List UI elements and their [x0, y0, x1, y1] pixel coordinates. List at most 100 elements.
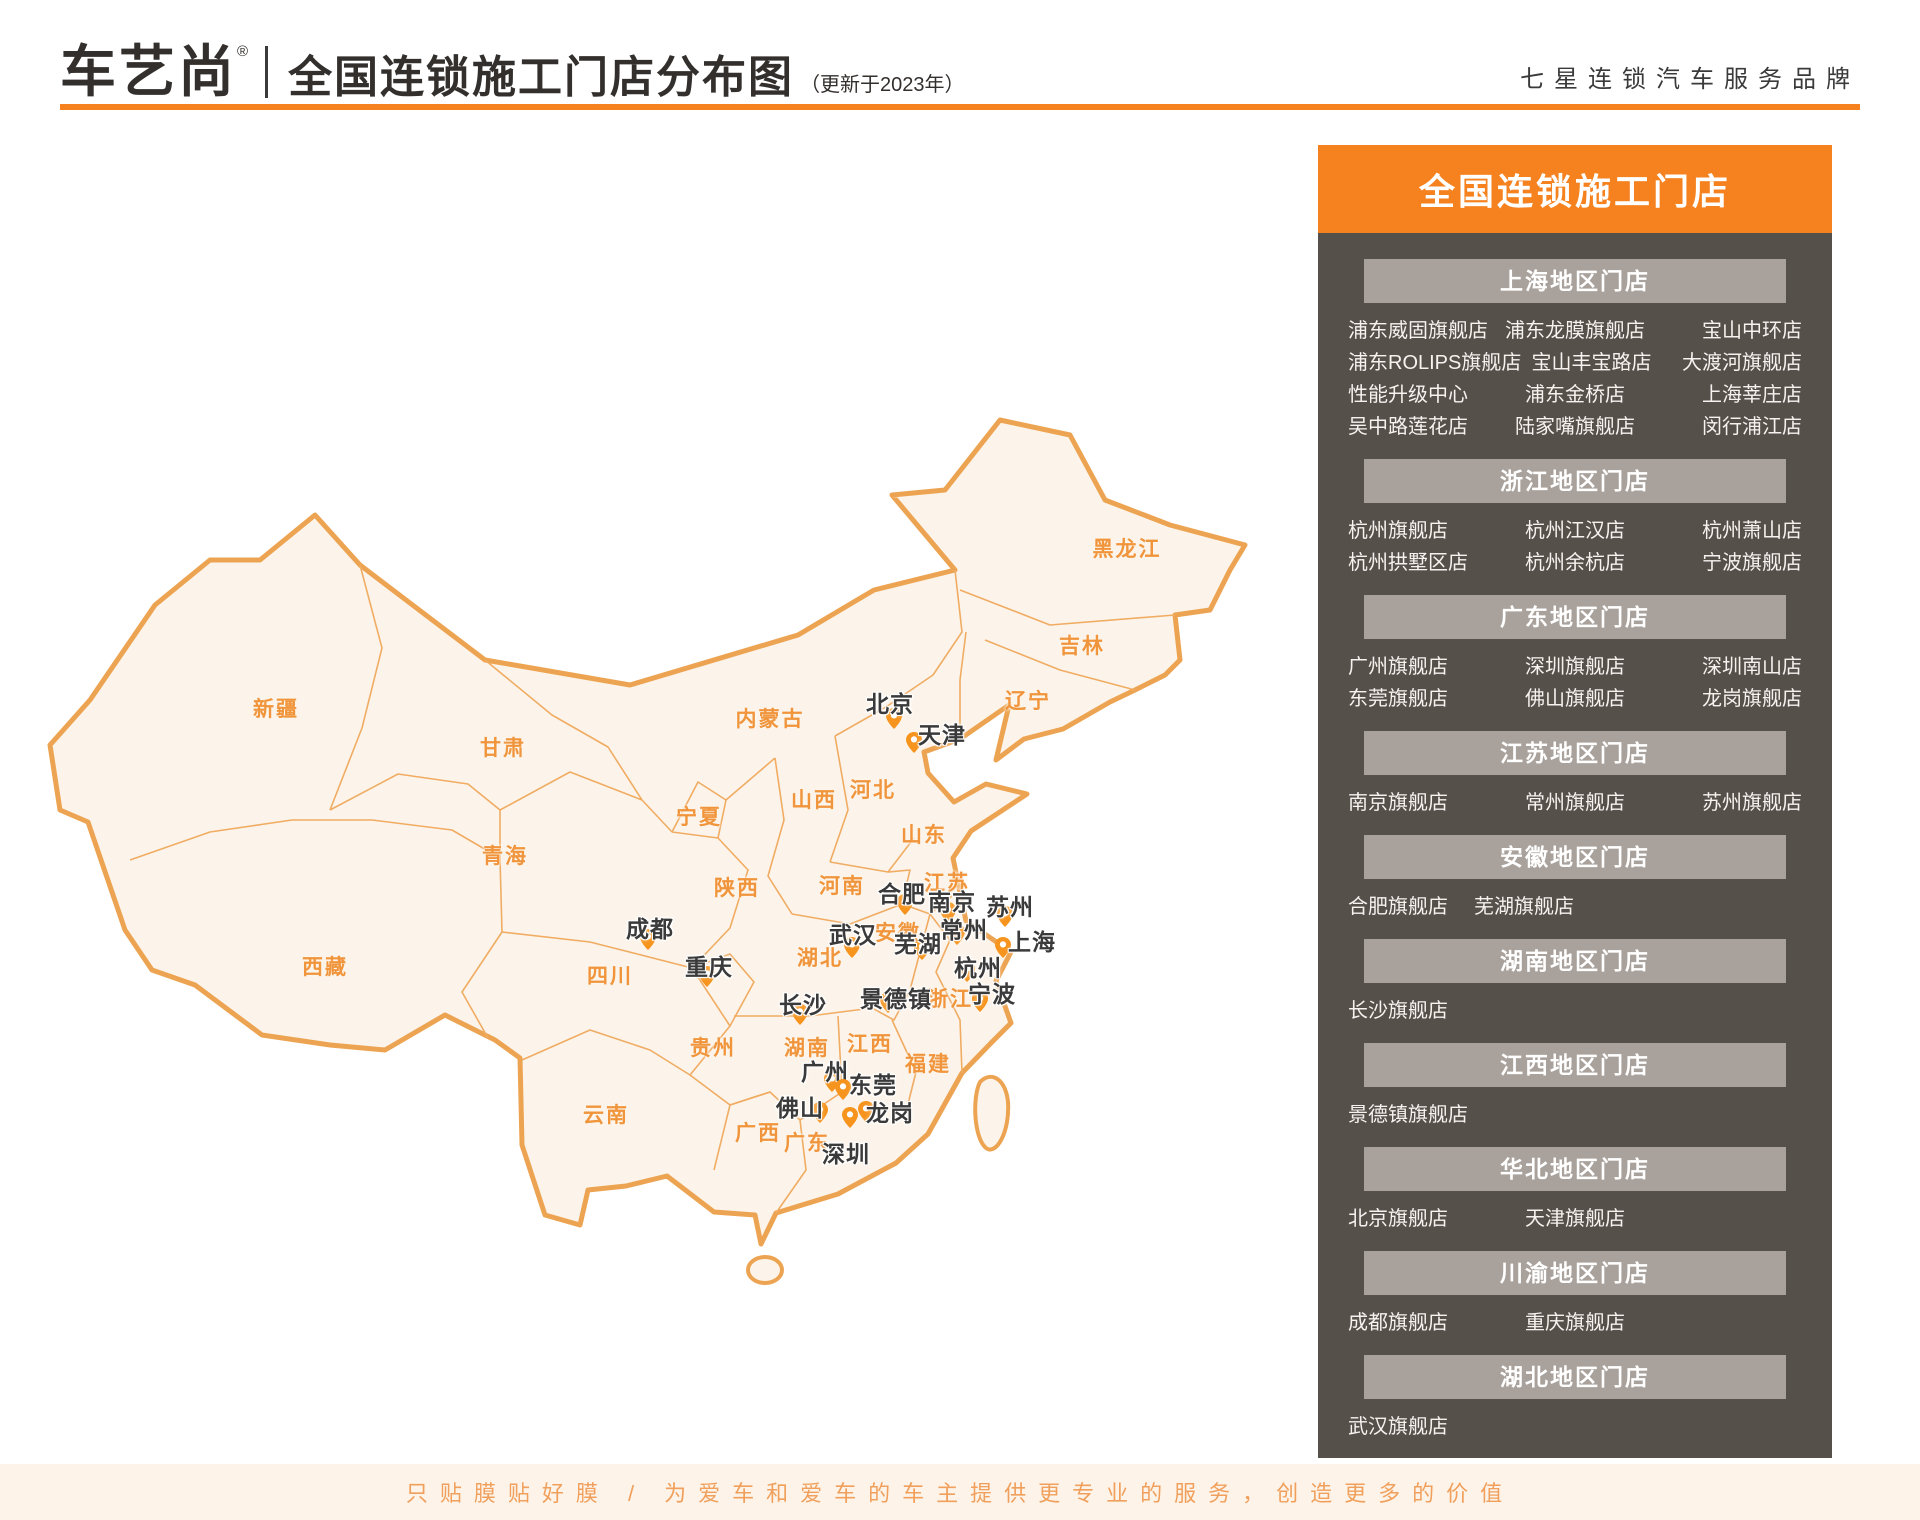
city-label: 龙岗	[866, 1094, 914, 1128]
store-name: 杭州萧山店	[1651, 515, 1802, 547]
region-section-title: 江西地区门店	[1364, 1043, 1786, 1087]
store-name	[1651, 1307, 1802, 1339]
store-row: 东莞旗舰店佛山旗舰店龙岗旗舰店	[1348, 683, 1802, 715]
store-name: 深圳旗舰店	[1499, 651, 1650, 683]
taiwan-island	[975, 1077, 1008, 1150]
store-row: 吴中路莲花店陆家嘴旗舰店闵行浦江店	[1348, 411, 1802, 443]
city-label: 成都	[626, 910, 674, 944]
province-label: 青海	[482, 840, 528, 870]
province-label: 山西	[791, 784, 837, 814]
panel-sections: 上海地区门店浦东威固旗舰店浦东龙膜旗舰店宝山中环店浦东ROLIPS旗舰店宝山丰宝…	[1318, 233, 1832, 1458]
header-divider	[265, 46, 268, 98]
registered-mark: ®	[237, 43, 251, 60]
city-label: 深圳	[822, 1135, 870, 1169]
city-label: 北京	[866, 685, 914, 719]
province-label: 贵州	[690, 1032, 736, 1062]
store-row: 浦东威固旗舰店浦东龙膜旗舰店宝山中环店	[1348, 315, 1802, 347]
region-section: 浙江地区门店杭州旗舰店杭州江汉店杭州萧山店杭州拱墅区店杭州余杭店宁波旗舰店	[1348, 459, 1802, 579]
region-section: 川渝地区门店成都旗舰店重庆旗舰店	[1348, 1251, 1802, 1339]
region-section: 湖南地区门店长沙旗舰店	[1348, 939, 1802, 1027]
province-label: 宁夏	[676, 801, 722, 831]
page: { "header": { "logo": "车艺尚", "registered…	[0, 0, 1920, 1520]
region-section: 上海地区门店浦东威固旗舰店浦东龙膜旗舰店宝山中环店浦东ROLIPS旗舰店宝山丰宝…	[1348, 259, 1802, 443]
store-name: 常州旗舰店	[1499, 787, 1650, 819]
province-label: 山东	[901, 819, 947, 849]
city-label: 芜湖	[894, 925, 942, 959]
store-name: 宝山中环店	[1651, 315, 1802, 347]
store-name: 佛山旗舰店	[1499, 683, 1650, 715]
store-name: 浦东龙膜旗舰店	[1499, 315, 1650, 347]
province-label: 吉林	[1059, 630, 1105, 660]
store-row: 北京旗舰店天津旗舰店	[1348, 1203, 1802, 1235]
city-label: 上海	[1008, 923, 1056, 957]
region-section: 江西地区门店景德镇旗舰店	[1348, 1043, 1802, 1131]
region-section-title: 湖北地区门店	[1364, 1355, 1786, 1399]
store-row: 武汉旗舰店	[1348, 1411, 1802, 1443]
province-label: 福建	[905, 1048, 951, 1078]
store-name: 南京旗舰店	[1348, 787, 1499, 819]
region-section-title: 华北地区门店	[1364, 1147, 1786, 1191]
store-name: 大渡河旗舰店	[1662, 347, 1802, 379]
province-label: 陕西	[714, 872, 760, 902]
city-label: 佛山	[776, 1089, 824, 1123]
store-row: 长沙旗舰店	[1348, 995, 1802, 1027]
china-map-outline	[30, 170, 1290, 1320]
province-label: 甘肃	[480, 732, 526, 762]
store-name: 东莞旗舰店	[1348, 683, 1499, 715]
city-label: 武汉	[829, 916, 877, 950]
region-section: 湖北地区门店武汉旗舰店	[1348, 1355, 1802, 1443]
city-label: 长沙	[779, 986, 827, 1020]
store-name: 北京旗舰店	[1348, 1203, 1499, 1235]
store-name: 广州旗舰店	[1348, 651, 1499, 683]
store-name: 杭州江汉店	[1499, 515, 1650, 547]
store-name: 上海莘庄店	[1651, 379, 1802, 411]
store-row: 南京旗舰店常州旗舰店苏州旗舰店	[1348, 787, 1802, 819]
city-label: 景德镇	[860, 980, 932, 1014]
region-section-title: 上海地区门店	[1364, 259, 1786, 303]
page-title: 全国连锁施工门店分布图	[288, 56, 794, 100]
brand-tagline: 七星连锁汽车服务品牌	[1520, 59, 1860, 100]
store-row: 景德镇旗舰店	[1348, 1099, 1802, 1131]
region-section-title: 湖南地区门店	[1364, 939, 1786, 983]
store-name: 浦东ROLIPS旗舰店	[1348, 347, 1521, 379]
store-name: 性能升级中心	[1348, 379, 1499, 411]
region-section: 广东地区门店广州旗舰店深圳旗舰店深圳南山店东莞旗舰店佛山旗舰店龙岗旗舰店	[1348, 595, 1802, 715]
store-name: 长沙旗舰店	[1348, 995, 1448, 1027]
store-name: 成都旗舰店	[1348, 1307, 1499, 1339]
store-name: 重庆旗舰店	[1499, 1307, 1650, 1339]
city-label: 苏州	[986, 888, 1034, 922]
province-label: 广西	[735, 1117, 781, 1147]
store-row: 广州旗舰店深圳旗舰店深圳南山店	[1348, 651, 1802, 683]
store-name: 芜湖旗舰店	[1474, 891, 1574, 923]
province-label: 云南	[583, 1099, 629, 1129]
region-section-title: 川渝地区门店	[1364, 1251, 1786, 1295]
store-row: 性能升级中心浦东金桥店上海莘庄店	[1348, 379, 1802, 411]
store-name: 吴中路莲花店	[1348, 411, 1499, 443]
province-label: 西藏	[302, 951, 348, 981]
province-label: 江西	[847, 1028, 893, 1058]
hainan-island	[748, 1257, 782, 1283]
store-row: 合肥旗舰店芜湖旗舰店	[1348, 891, 1802, 923]
store-name: 天津旗舰店	[1499, 1203, 1650, 1235]
region-section: 安徽地区门店合肥旗舰店芜湖旗舰店	[1348, 835, 1802, 923]
city-label: 重庆	[685, 948, 733, 982]
store-name: 武汉旗舰店	[1348, 1411, 1448, 1443]
store-name: 杭州旗舰店	[1348, 515, 1499, 547]
header-rule	[60, 104, 1860, 110]
region-section-title: 浙江地区门店	[1364, 459, 1786, 503]
store-name: 龙岗旗舰店	[1651, 683, 1802, 715]
province-label: 辽宁	[1005, 685, 1051, 715]
region-section-title: 广东地区门店	[1364, 595, 1786, 639]
store-name	[1651, 1203, 1802, 1235]
panel-title: 全国连锁施工门店	[1318, 145, 1832, 233]
footer-slogan: 只贴膜贴好膜 / 为爱车和爱车的车主提供更专业的服务，创造更多的价值	[406, 1476, 1514, 1508]
store-row: 成都旗舰店重庆旗舰店	[1348, 1307, 1802, 1339]
store-name: 陆家嘴旗舰店	[1499, 411, 1650, 443]
city-label: 合肥	[878, 875, 926, 909]
province-label: 黑龙江	[1093, 533, 1162, 563]
store-name: 浦东金桥店	[1499, 379, 1650, 411]
store-name: 深圳南山店	[1651, 651, 1802, 683]
china-map: 新疆西藏青海甘肃内蒙古宁夏陕西山西河北山东河南四川云南贵州广西湖南江西福建湖北江…	[30, 170, 1290, 1320]
store-panel: 全国连锁施工门店 上海地区门店浦东威固旗舰店浦东龙膜旗舰店宝山中环店浦东ROLI…	[1318, 145, 1832, 1458]
store-row: 杭州拱墅区店杭州余杭店宁波旗舰店	[1348, 547, 1802, 579]
